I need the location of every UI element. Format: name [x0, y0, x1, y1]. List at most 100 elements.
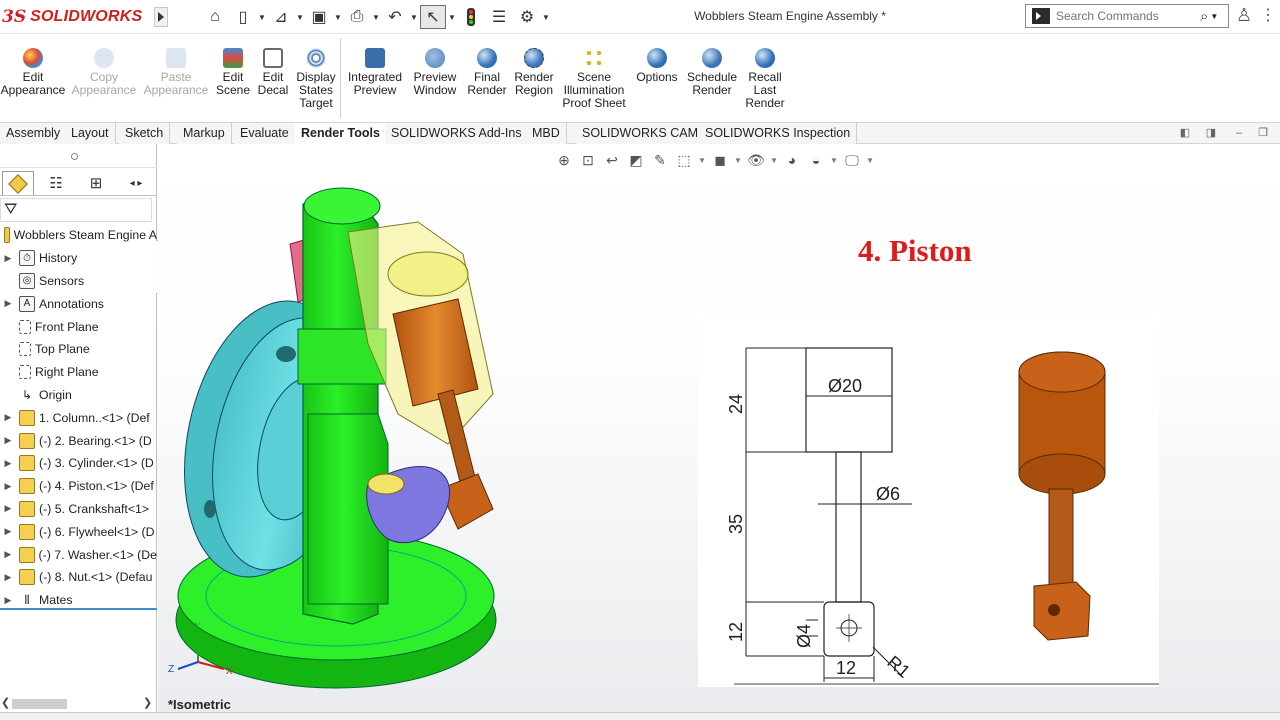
file-properties-icon[interactable]: ☰	[486, 5, 512, 29]
edit-decal-button[interactable]: Edit Decal	[256, 48, 290, 97]
chevron-down-icon[interactable]: ▼	[410, 5, 418, 29]
display-states-target-button[interactable]: Display States Target	[295, 48, 337, 110]
solidworks-logo[interactable]: 3S SOLIDWORKS	[2, 2, 152, 32]
tree-item-part[interactable]: ▶ (-) 8. Nut.<1> (Defau	[0, 566, 157, 589]
chevron-down-icon[interactable]: ▼	[542, 5, 550, 29]
final-render-button[interactable]: Final Render	[465, 48, 509, 97]
edit-scene-button[interactable]: Edit Scene	[215, 48, 251, 97]
user-icon[interactable]: ♙	[1236, 5, 1256, 27]
expand-arrow-icon[interactable]: ▶	[2, 253, 14, 264]
tree-item-origin[interactable]: ↳ Origin	[0, 384, 157, 407]
hide-show-items-icon[interactable]: 👁	[746, 150, 766, 170]
paste-appearance-button[interactable]: Paste Appearance	[144, 48, 208, 97]
options-gear-icon[interactable]: ⚙	[514, 5, 540, 29]
chevron-down-icon[interactable]: ▼	[734, 156, 742, 165]
chevron-down-icon[interactable]: ▼	[1210, 12, 1218, 21]
restore-icon[interactable]: ❐	[1256, 127, 1270, 140]
traffic-light-icon[interactable]	[458, 5, 484, 29]
copy-appearance-button[interactable]: Copy Appearance	[72, 48, 136, 97]
expand-arrow-icon[interactable]: ▶	[2, 412, 14, 423]
chevron-down-icon[interactable]: ▼	[372, 5, 380, 29]
tab-markup[interactable]: Markup	[177, 123, 232, 144]
tab-sketch[interactable]: Sketch	[119, 123, 171, 144]
tab-evaluate[interactable]: Evaluate	[234, 123, 296, 144]
expand-arrow-icon[interactable]: ▶	[2, 298, 14, 309]
filter-icon[interactable]: ⛛	[4, 201, 17, 219]
tree-filter[interactable]: ⛛	[0, 198, 152, 222]
chevron-down-icon[interactable]: ▼	[296, 5, 304, 29]
property-manager-tab-icon[interactable]: ☷	[40, 171, 72, 195]
tab-solidworks-add-ins[interactable]: SOLIDWORKS Add-Ins	[385, 123, 529, 144]
scroll-thumb[interactable]	[12, 699, 67, 709]
render-options-button[interactable]: Options	[634, 48, 680, 84]
tree-item-part[interactable]: ▶ (-) 7. Washer.<1> (De	[0, 543, 157, 566]
assembly-model[interactable]: Y X Z	[158, 144, 698, 720]
select-cursor-icon[interactable]: ↖	[420, 5, 446, 29]
tree-item-part[interactable]: ▶ 1. Column..<1> (Def	[0, 406, 157, 429]
tree-item-front-plane[interactable]: Front Plane	[0, 315, 157, 338]
scene-illumination-proof-sheet-button[interactable]: Scene Illumination Proof Sheet	[561, 48, 627, 110]
panel-grip[interactable]	[0, 144, 157, 168]
integrated-preview-button[interactable]: Integrated Preview	[345, 48, 405, 97]
tile-left-icon[interactable]: ◧	[1178, 127, 1192, 140]
tree-item-sensors[interactable]: ◎ Sensors	[0, 270, 157, 293]
tree-item-history[interactable]: ▶ ⏱ History	[0, 247, 157, 270]
save-icon[interactable]: ▣	[306, 5, 332, 29]
expand-arrow-icon[interactable]: ▶	[2, 458, 14, 469]
tile-right-icon[interactable]: ◨	[1204, 127, 1218, 140]
tree-root[interactable]: Wobblers Steam Engine A	[0, 224, 157, 247]
expand-arrow-icon[interactable]: ▶	[2, 435, 14, 446]
edit-appearance-icon[interactable]: ◕	[782, 150, 802, 170]
undo-icon[interactable]: ↶	[382, 5, 408, 29]
print-icon[interactable]: ⎙	[344, 5, 370, 29]
tab-layout[interactable]: Layout	[65, 123, 116, 144]
recall-last-render-button[interactable]: Recall Last Render	[743, 48, 787, 110]
chevron-down-icon[interactable]: ▼	[830, 156, 838, 165]
home-icon[interactable]: ⌂	[202, 5, 228, 29]
render-region-button[interactable]: Render Region	[512, 48, 556, 97]
tree-item-part[interactable]: ▶ (-) 4. Piston.<1> (Def	[0, 475, 157, 498]
horizontal-scrollbar[interactable]: ❮ ❯	[0, 696, 157, 710]
more-icon[interactable]: ⋮	[1260, 5, 1276, 27]
expand-arrow-icon[interactable]: ▶	[2, 481, 14, 492]
expand-arrow-icon[interactable]: ▶	[2, 572, 14, 583]
tab-mbd[interactable]: MBD	[526, 123, 567, 144]
schedule-render-button[interactable]: Schedule Render	[686, 48, 738, 97]
tree-item-part[interactable]: ▶ (-) 6. Flywheel<1> (D	[0, 520, 157, 543]
graphics-area[interactable]: ⊕ ⊡ ↩ ◩ ✎ ⬚ ▼ ◼ ▼ 👁 ▼ ◕ ◒ ▼ 🖵 ▼ Y X Z 4.…	[158, 144, 1280, 720]
tree-item-annotations[interactable]: ▶ A Annotations	[0, 292, 157, 315]
expand-arrow-icon[interactable]: ▶	[2, 503, 14, 514]
preview-window-button[interactable]: Preview Window	[410, 48, 460, 97]
apply-scene-icon[interactable]: ◒	[806, 150, 826, 170]
tree-item-right-plane[interactable]: Right Plane	[0, 361, 157, 384]
tree-item-part[interactable]: ▶ (-) 2. Bearing.<1> (D	[0, 429, 157, 452]
chevron-down-icon[interactable]: ▼	[866, 156, 874, 165]
tab-assembly[interactable]: Assembly	[0, 123, 68, 144]
tab-solidworks-cam[interactable]: SOLIDWORKS CAM	[576, 123, 705, 144]
edit-appearance-button[interactable]: Edit Appearance	[1, 48, 65, 97]
scroll-right-icon[interactable]: ❯	[143, 696, 152, 709]
chevron-down-icon[interactable]: ▼	[334, 5, 342, 29]
tab-render-tools[interactable]: Render Tools	[295, 123, 387, 144]
expand-arrow-icon[interactable]: ▶	[2, 595, 14, 606]
menu-expand-arrow-icon[interactable]	[154, 7, 168, 27]
open-folder-icon[interactable]: ⊿	[268, 5, 294, 29]
tree-item-part[interactable]: ▶ (-) 3. Cylinder.<1> (D	[0, 452, 157, 475]
tab-solidworks-inspection[interactable]: SOLIDWORKS Inspection	[699, 123, 858, 144]
scroll-left-icon[interactable]: ❮	[1, 696, 10, 709]
tree-item-top-plane[interactable]: Top Plane	[0, 338, 157, 361]
expand-arrow-icon[interactable]: ▶	[2, 526, 14, 537]
chevron-down-icon[interactable]: ▼	[448, 5, 456, 29]
feature-tree-tab-icon[interactable]	[2, 171, 34, 195]
search-commands-box[interactable]: ⌕ ▼	[1025, 4, 1229, 28]
search-input[interactable]	[1056, 9, 1196, 23]
minimize-icon[interactable]: –	[1232, 127, 1246, 140]
search-icon[interactable]: ⌕	[1200, 8, 1208, 25]
panel-splitter[interactable]	[0, 608, 157, 610]
chevron-down-icon[interactable]: ▼	[770, 156, 778, 165]
configuration-manager-tab-icon[interactable]: ⊞	[80, 171, 112, 195]
tree-item-part[interactable]: ▶ (-) 5. Crankshaft<1>	[0, 498, 157, 521]
panel-scroll-arrows-icon[interactable]: ◂ ▸	[118, 171, 154, 195]
chevron-down-icon[interactable]: ▼	[698, 156, 706, 165]
chevron-down-icon[interactable]: ▼	[258, 5, 266, 29]
